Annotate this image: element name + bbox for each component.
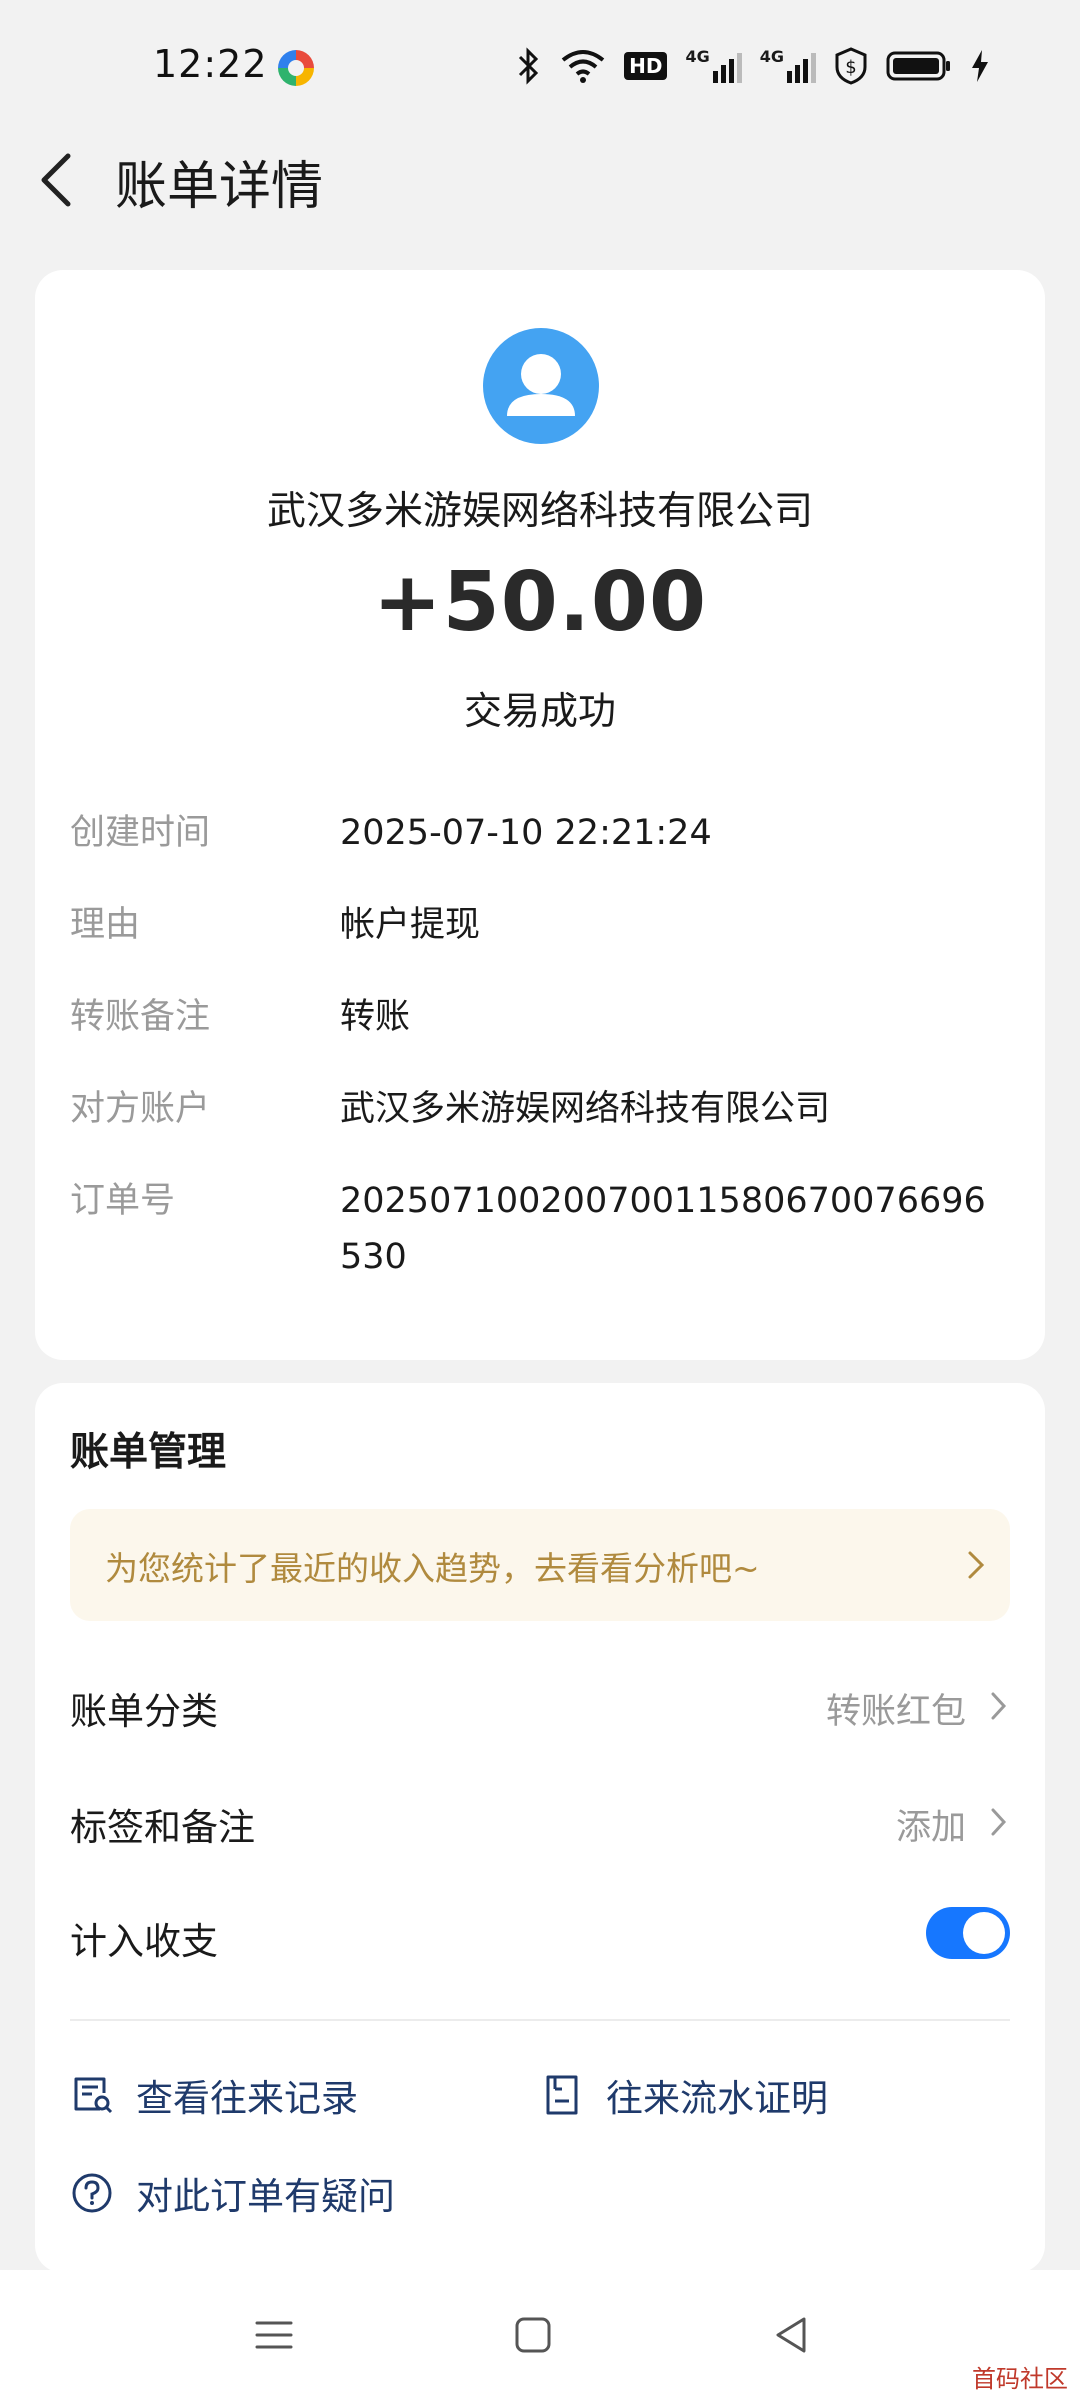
bluetooth-icon (519, 47, 539, 85)
link-label: 往来流水证明 (606, 2077, 828, 2120)
battery-icon (886, 51, 950, 81)
tip-text: 为您统计了最近的收入趋势，去看看分析吧~ (105, 1549, 760, 1588)
back-button[interactable] (28, 150, 88, 210)
detail-label: 理由 (70, 905, 141, 945)
setting-label: 计入收支 (70, 1920, 218, 1963)
chevron-right-icon (991, 1808, 1007, 1836)
status-time: 12:22 (153, 42, 268, 86)
include-in-stats-row: 计入收支 (70, 1895, 1010, 1975)
transaction-statement-link[interactable]: 往来流水证明 (540, 2065, 828, 2125)
wifi-icon (561, 50, 605, 83)
income-trend-tip-banner[interactable]: 为您统计了最近的收入趋势，去看看分析吧~ (70, 1509, 1010, 1621)
setting-value: 转账红包 (825, 1692, 966, 1732)
charging-icon (972, 50, 988, 82)
detail-value: 帐户提现 (340, 905, 481, 945)
watermark-text: 首码社区 (972, 2365, 1068, 2393)
system-navigation-bar: 首码社区 (0, 2270, 1080, 2400)
record-search-icon (74, 2077, 113, 2114)
svg-text:$: $ (845, 57, 856, 78)
merchant-name: 武汉多米游娱网络科技有限公司 (266, 489, 813, 534)
network-type-1: 4G (685, 47, 710, 66)
setting-value: 添加 (895, 1808, 966, 1848)
detail-label: 对方账户 (70, 1089, 211, 1129)
chevron-right-icon (968, 1551, 985, 1579)
bill-management-card: 账单管理 为您统计了最近的收入趋势，去看看分析吧~ 账单分类 转账红包 标签和备… (35, 1383, 1045, 2273)
header: 账单详情 (0, 130, 1080, 230)
menu-nav-button[interactable] (249, 2310, 299, 2360)
hd-badge-icon: HD (624, 52, 668, 80)
section-title: 账单管理 (70, 1430, 227, 1475)
tags-notes-row[interactable]: 标签和备注 添加 (70, 1781, 1010, 1861)
user-avatar-icon (483, 328, 599, 444)
network-type-2: 4G (759, 47, 784, 66)
setting-label: 标签和备注 (70, 1806, 255, 1849)
back-triangle-icon (776, 2317, 806, 2353)
setting-label: 账单分类 (70, 1690, 218, 1733)
view-history-link[interactable]: 查看往来记录 (70, 2065, 358, 2125)
question-circle-icon (72, 2173, 112, 2213)
home-square-icon (515, 2317, 551, 2353)
detail-label: 创建时间 (70, 813, 211, 853)
page-title: 账单详情 (115, 157, 324, 217)
detail-value: 武汉多米游娱网络科技有限公司 (340, 1089, 831, 1129)
divider (70, 2019, 1010, 2021)
app-notification-icon (278, 50, 314, 86)
bill-category-row[interactable]: 账单分类 转账红包 (70, 1665, 1010, 1745)
order-number-value[interactable]: 20250710020070011580670076696530 (340, 1173, 990, 1285)
link-label: 对此订单有疑问 (136, 2175, 395, 2218)
toggle-knob (963, 1912, 1005, 1954)
detail-value: 转账 (340, 997, 411, 1037)
menu-icon (255, 2321, 293, 2349)
transaction-amount: +50.00 (372, 555, 708, 650)
detail-label: 订单号 (70, 1181, 176, 1221)
include-in-stats-toggle[interactable] (926, 1907, 1010, 1959)
security-shield-icon: $ (835, 47, 867, 85)
transaction-card: 武汉多米游娱网络科技有限公司 +50.00 交易成功 创建时间 2025-07-… (35, 270, 1045, 1360)
back-nav-button[interactable] (766, 2310, 816, 2360)
transaction-status: 交易成功 (463, 689, 616, 733)
link-label: 查看往来记录 (136, 2077, 358, 2120)
home-nav-button[interactable] (508, 2310, 558, 2360)
detail-label: 转账备注 (70, 997, 211, 1037)
signal-icon-2: 4G (760, 49, 816, 83)
signal-icon-1: 4G (685, 47, 742, 83)
status-bar: 12:22 HD 4G 4G $ (0, 0, 1080, 130)
order-question-link[interactable]: 对此订单有疑问 (70, 2163, 395, 2223)
chevron-left-icon (41, 153, 71, 207)
detail-value: 2025-07-10 22:21:24 (340, 813, 712, 853)
document-icon (546, 2075, 578, 2115)
chevron-right-icon (991, 1692, 1007, 1720)
status-icons: HD 4G 4G $ (516, 46, 990, 86)
